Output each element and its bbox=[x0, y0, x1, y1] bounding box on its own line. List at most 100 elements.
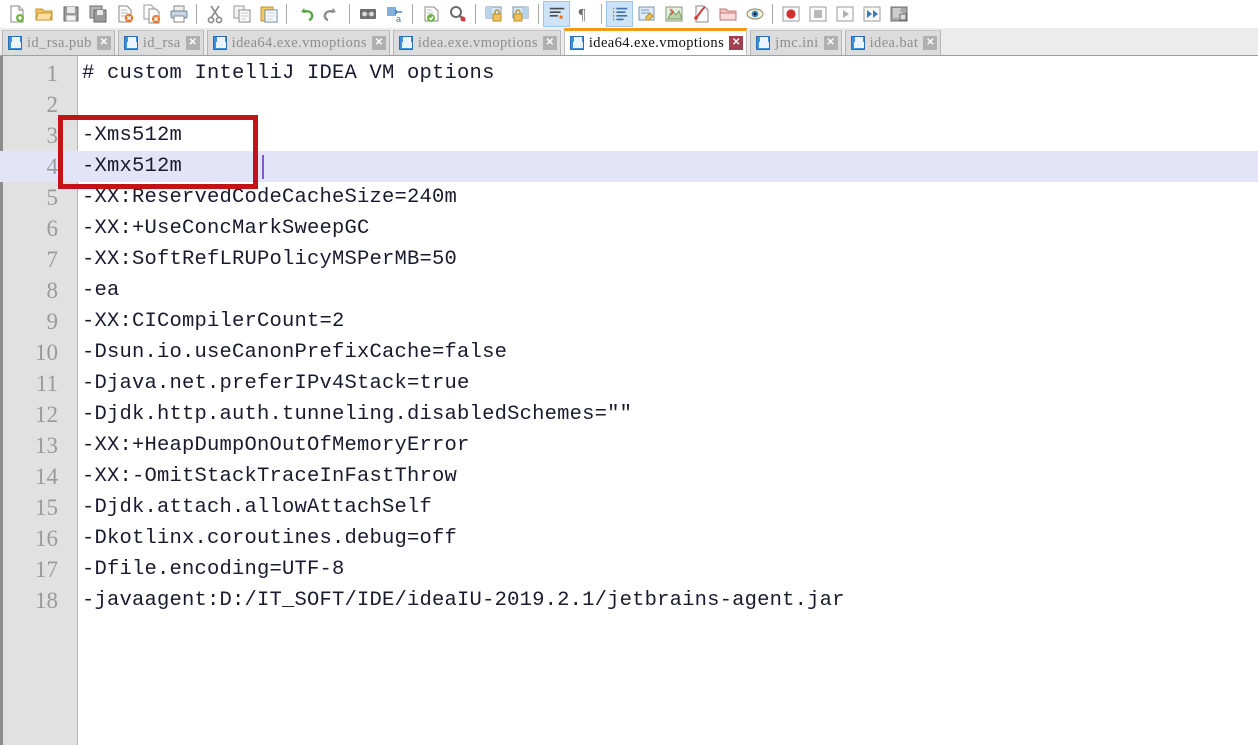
open-folder-icon[interactable] bbox=[30, 1, 57, 27]
code-line-row[interactable]: 7 -XX:SoftRefLRUPolicyMSPerMB=50 bbox=[0, 244, 1258, 275]
code-line-text[interactable]: -Dfile.encoding=UTF-8 bbox=[82, 554, 345, 585]
editor-tab[interactable]: idea64.exe.vmoptions ✕ bbox=[206, 30, 390, 55]
code-line-text[interactable]: -Djdk.attach.allowAttachSelf bbox=[82, 492, 432, 523]
copy-icon[interactable] bbox=[228, 1, 255, 27]
line-number: 4 bbox=[46, 154, 59, 179]
text-cursor bbox=[262, 155, 265, 179]
close-icon[interactable]: ✕ bbox=[542, 36, 557, 50]
new-file-icon[interactable] bbox=[3, 1, 30, 27]
function-list-icon[interactable] bbox=[687, 1, 714, 27]
code-line-row[interactable]: 16 -Dkotlinx.coroutines.debug=off bbox=[0, 523, 1258, 554]
code-line-row[interactable]: 10 -Dsun.io.useCanonPrefixCache=false bbox=[0, 337, 1258, 368]
close-icon[interactable]: ✕ bbox=[96, 36, 111, 50]
editor-tab-active[interactable]: idea64.exe.vmoptions ✕ bbox=[563, 28, 748, 55]
run-macro-multiple-icon[interactable] bbox=[858, 1, 885, 27]
show-all-characters-icon[interactable]: ¶ bbox=[570, 1, 597, 27]
close-icon[interactable]: ✕ bbox=[823, 36, 838, 50]
editor-tab[interactable]: idea.bat ✕ bbox=[844, 30, 942, 55]
code-line-row[interactable]: 9 -XX:CICompilerCount=2 bbox=[0, 306, 1258, 337]
paste-icon[interactable] bbox=[255, 1, 282, 27]
code-line-text[interactable]: -XX:CICompilerCount=2 bbox=[82, 306, 345, 337]
svg-text:a: a bbox=[396, 14, 401, 24]
code-line-row[interactable]: 18 -javaagent:D:/IT_SOFT/IDE/ideaIU-2019.… bbox=[0, 585, 1258, 616]
code-line-text[interactable]: # custom IntelliJ IDEA VM options bbox=[82, 58, 495, 89]
save-all-icon[interactable] bbox=[84, 1, 111, 27]
close-icon[interactable]: ✕ bbox=[371, 36, 386, 50]
user-defined-language-icon[interactable] bbox=[633, 1, 660, 27]
line-number: 12 bbox=[35, 402, 58, 427]
code-line-row[interactable]: 1 # custom IntelliJ IDEA VM options bbox=[0, 58, 1258, 89]
editor-tab-label: idea64.exe.vmoptions bbox=[231, 34, 367, 51]
close-icon[interactable]: ✕ bbox=[729, 36, 744, 50]
code-line-row[interactable]: 3 -Xms512m bbox=[0, 120, 1258, 151]
play-macro-icon[interactable] bbox=[831, 1, 858, 27]
line-number: 9 bbox=[46, 309, 59, 334]
code-line-text[interactable]: -ea bbox=[82, 275, 120, 306]
code-line-row[interactable]: 4 -Xmx512m bbox=[0, 151, 1258, 182]
toolbar-separator bbox=[601, 4, 602, 24]
code-line-text[interactable]: -Djava.net.preferIPv4Stack=true bbox=[82, 368, 470, 399]
toolbar-separator bbox=[286, 4, 287, 24]
code-line-text[interactable]: -Xmx512m bbox=[82, 151, 182, 182]
replace-icon[interactable]: a bbox=[381, 1, 408, 27]
code-line-text[interactable]: -XX:+UseConcMarkSweepGC bbox=[82, 213, 370, 244]
line-number: 11 bbox=[35, 371, 58, 396]
code-line-row[interactable]: 15 -Djdk.attach.allowAttachSelf bbox=[0, 492, 1258, 523]
editor-tab[interactable]: id_rsa.pub ✕ bbox=[2, 30, 115, 55]
undo-icon[interactable] bbox=[291, 1, 318, 27]
code-line-text[interactable]: -XX:SoftRefLRUPolicyMSPerMB=50 bbox=[82, 244, 457, 275]
find-icon[interactable] bbox=[354, 1, 381, 27]
lock-right-icon[interactable] bbox=[507, 1, 534, 27]
line-number: 6 bbox=[46, 216, 59, 241]
code-line-row[interactable]: 17 -Dfile.encoding=UTF-8 bbox=[0, 554, 1258, 585]
code-line-row[interactable]: 6 -XX:+UseConcMarkSweepGC bbox=[0, 213, 1258, 244]
save-icon[interactable] bbox=[57, 1, 84, 27]
indent-guide-icon[interactable] bbox=[606, 1, 633, 27]
code-line-row[interactable]: 12 -Djdk.http.auth.tunneling.disabledSche… bbox=[0, 399, 1258, 430]
code-line-row[interactable]: 11 -Djava.net.preferIPv4Stack=true bbox=[0, 368, 1258, 399]
floppy-disk-icon bbox=[850, 36, 865, 50]
editor-tab-bar: id_rsa.pub ✕ id_rsa ✕ idea64.exe.vmoptions ✕ i… bbox=[0, 28, 1258, 56]
go-to-line-icon[interactable] bbox=[417, 1, 444, 27]
close-all-files-icon[interactable] bbox=[138, 1, 165, 27]
code-line-row[interactable]: 13 -XX:+HeapDumpOnOutOfMemoryError bbox=[0, 430, 1258, 461]
find-in-files-icon[interactable] bbox=[444, 1, 471, 27]
lock-left-icon[interactable] bbox=[480, 1, 507, 27]
close-icon[interactable]: ✕ bbox=[923, 36, 938, 50]
code-line-row[interactable]: 8 -ea bbox=[0, 275, 1258, 306]
code-line-text[interactable]: -XX:+HeapDumpOnOutOfMemoryError bbox=[82, 430, 470, 461]
document-map-icon[interactable] bbox=[660, 1, 687, 27]
code-editor[interactable]: 1 # custom IntelliJ IDEA VM options 2 3 -Xms… bbox=[0, 56, 1258, 745]
toolbar-separator bbox=[349, 4, 350, 24]
editor-tab[interactable]: id_rsa ✕ bbox=[117, 30, 204, 55]
close-icon[interactable]: ✕ bbox=[185, 36, 200, 50]
cut-icon[interactable] bbox=[201, 1, 228, 27]
line-number: 1 bbox=[46, 61, 59, 86]
print-icon[interactable] bbox=[165, 1, 192, 27]
folder-as-workspace-icon[interactable] bbox=[714, 1, 741, 27]
word-wrap-icon[interactable] bbox=[543, 1, 570, 27]
line-number: 3 bbox=[46, 123, 59, 148]
editor-tab-label: idea.exe.vmoptions bbox=[417, 34, 538, 51]
code-line-text[interactable]: -javaagent:D:/IT_SOFT/IDE/ideaIU-2019.2.… bbox=[82, 585, 845, 616]
line-number: 17 bbox=[35, 557, 58, 582]
record-macro-icon[interactable] bbox=[777, 1, 804, 27]
monitoring-icon[interactable] bbox=[741, 1, 768, 27]
code-line-text[interactable]: -Dkotlinx.coroutines.debug=off bbox=[82, 523, 457, 554]
code-line-row[interactable]: 14 -XX:-OmitStackTraceInFastThrow bbox=[0, 461, 1258, 492]
close-file-icon[interactable] bbox=[111, 1, 138, 27]
stop-macro-icon[interactable] bbox=[804, 1, 831, 27]
code-line-row[interactable]: 5 -XX:ReservedCodeCacheSize=240m bbox=[0, 182, 1258, 213]
code-line-row[interactable]: 2 bbox=[0, 89, 1258, 120]
code-line-text[interactable]: -Dsun.io.useCanonPrefixCache=false bbox=[82, 337, 507, 368]
editor-tab[interactable]: idea.exe.vmoptions ✕ bbox=[392, 30, 561, 55]
save-macro-icon[interactable] bbox=[885, 1, 912, 27]
code-line-text[interactable]: -Xms512m bbox=[82, 120, 182, 151]
floppy-disk-icon bbox=[398, 36, 413, 50]
code-line-text[interactable]: -XX:ReservedCodeCacheSize=240m bbox=[82, 182, 457, 213]
code-line-text[interactable]: -Djdk.http.auth.tunneling.disabledScheme… bbox=[82, 399, 632, 430]
redo-icon[interactable] bbox=[318, 1, 345, 27]
floppy-disk-icon bbox=[123, 36, 138, 50]
editor-tab[interactable]: jmc.ini ✕ bbox=[750, 30, 842, 55]
code-line-text[interactable]: -XX:-OmitStackTraceInFastThrow bbox=[82, 461, 457, 492]
